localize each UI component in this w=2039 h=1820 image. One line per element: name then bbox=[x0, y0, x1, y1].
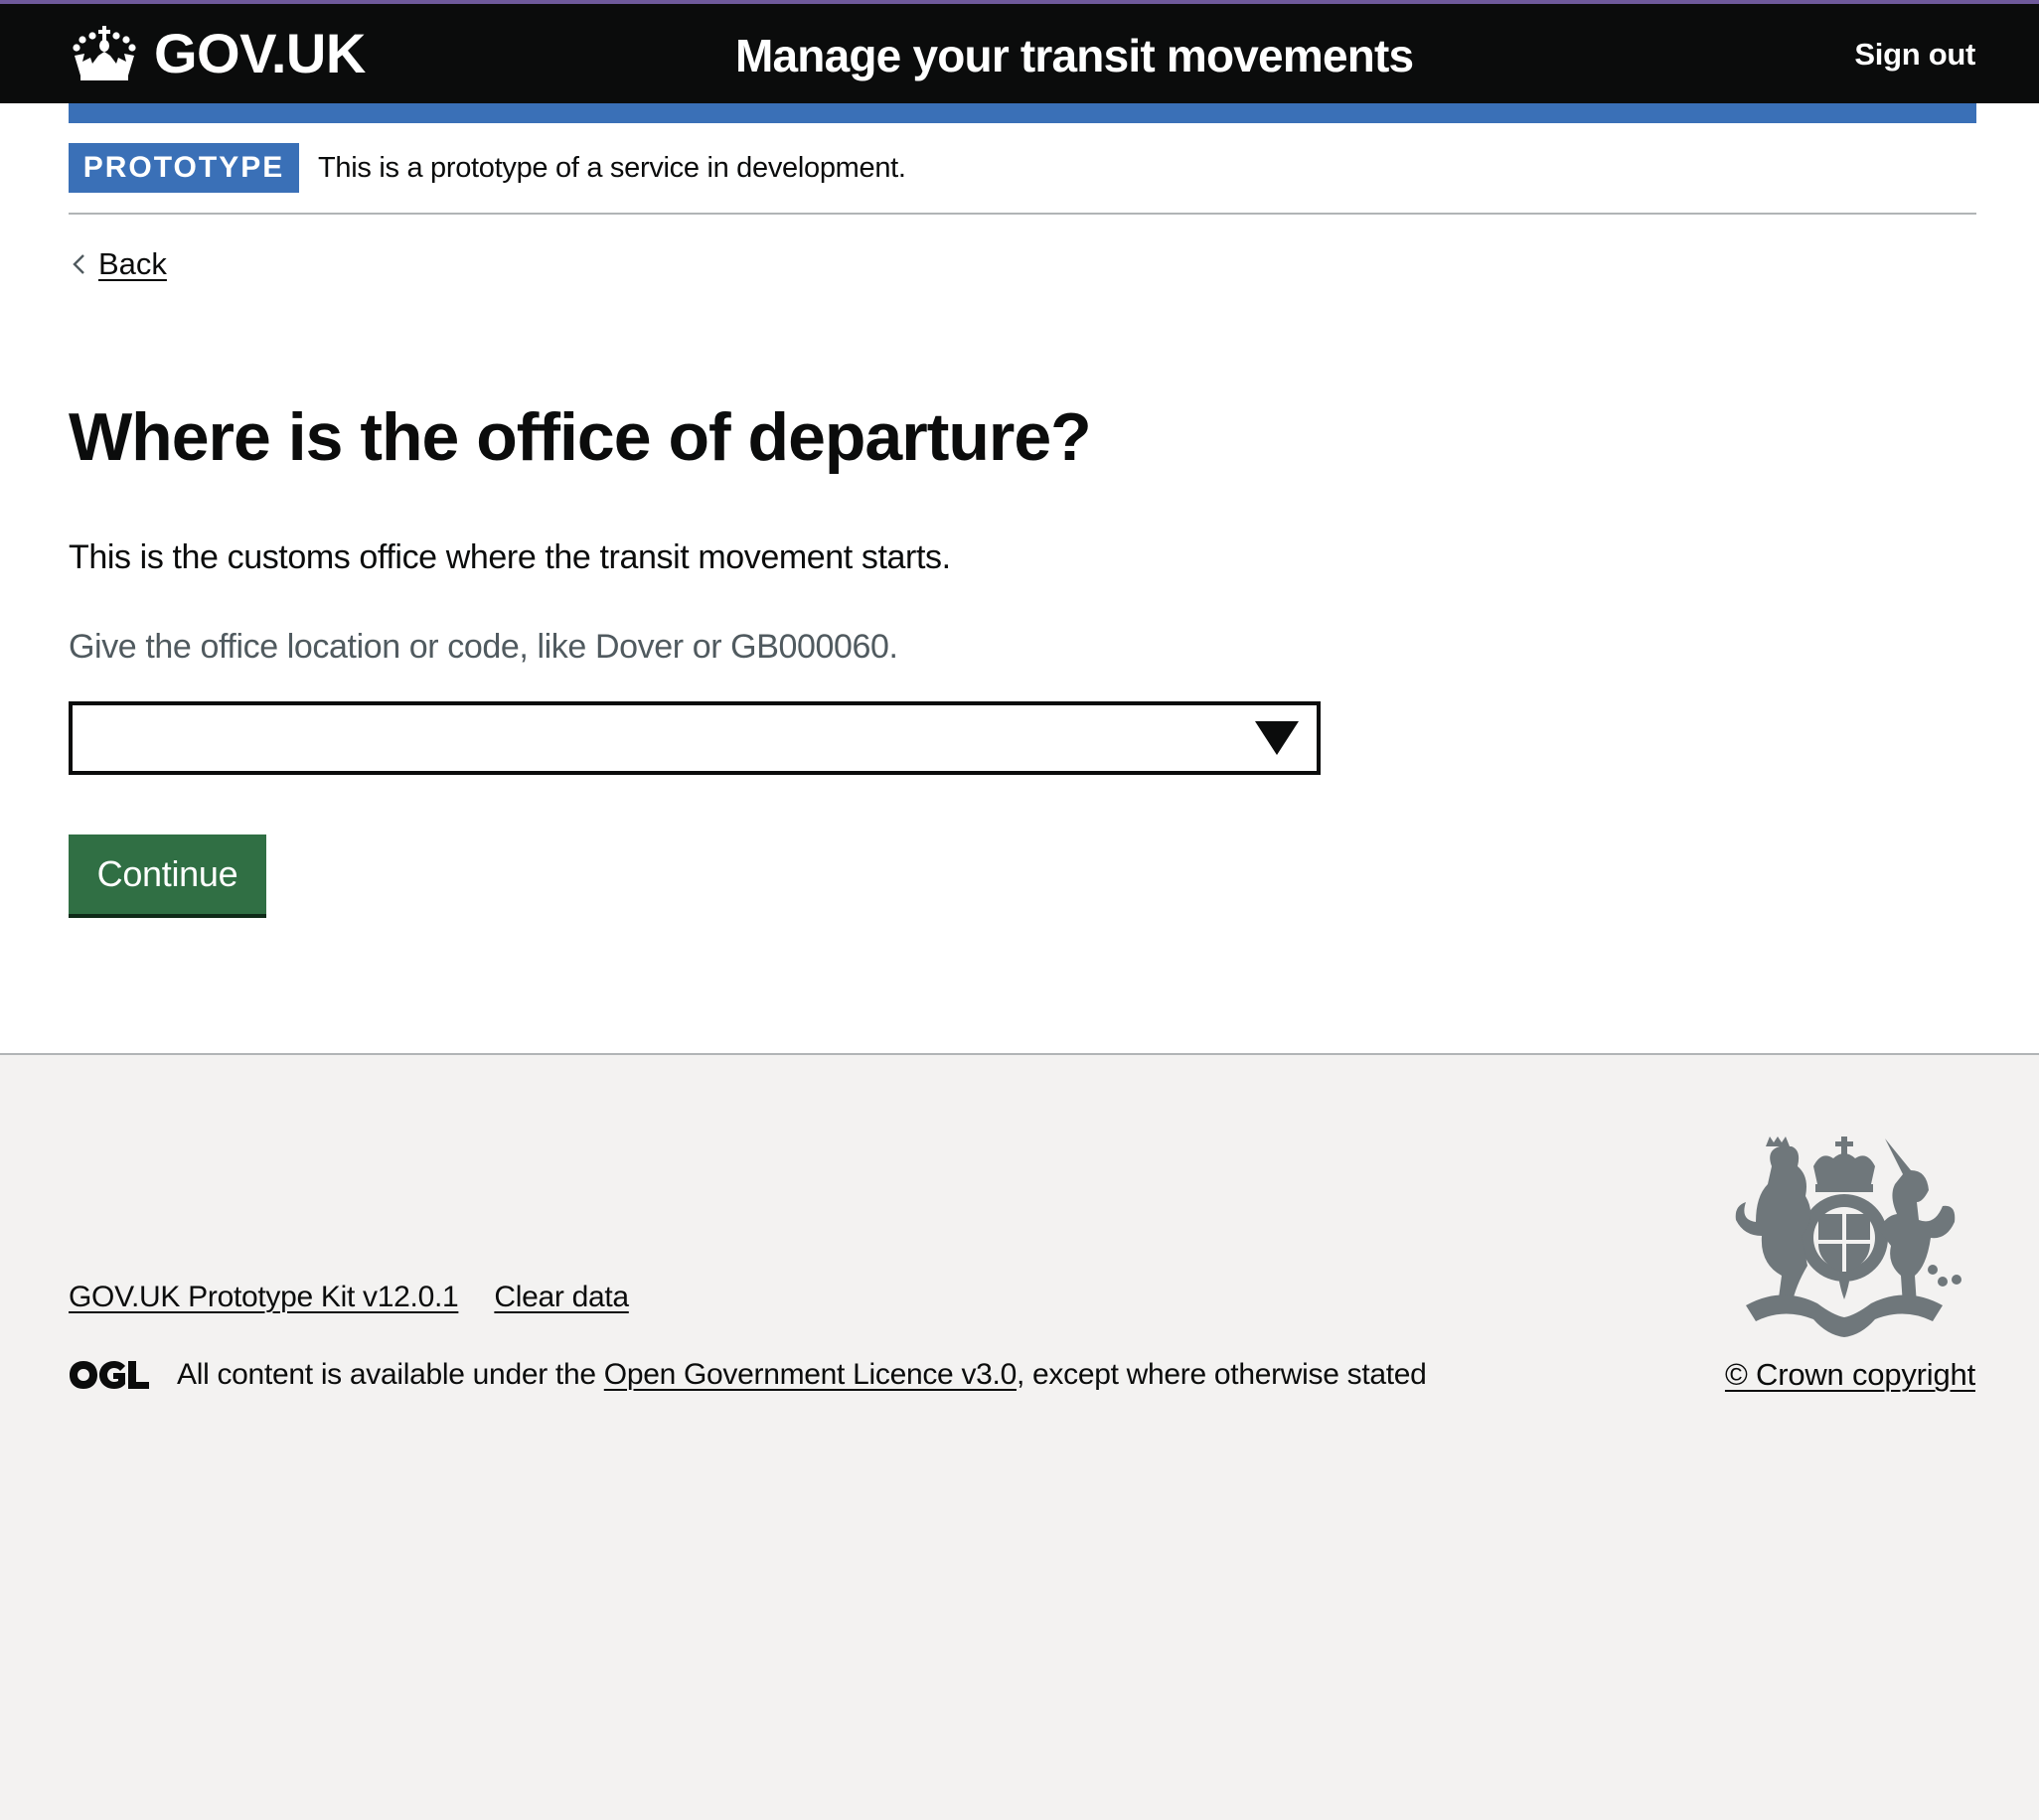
back-link-label: Back bbox=[98, 246, 167, 281]
phase-banner: PROTOTYPE This is a prototype of a servi… bbox=[69, 143, 1976, 215]
chevron-left-icon bbox=[73, 254, 84, 274]
crown-copyright-link[interactable]: © Crown copyright bbox=[1725, 1357, 1975, 1393]
page-description: This is the customs office where the tra… bbox=[69, 538, 951, 576]
page-title: Where is the office of departure? bbox=[69, 399, 1092, 475]
footer-link-clear-data[interactable]: Clear data bbox=[494, 1280, 629, 1315]
sign-out-link[interactable]: Sign out bbox=[1854, 36, 1975, 74]
site-footer: GOV.UK Prototype Kit v12.0.1 Clear data … bbox=[0, 1053, 2039, 1820]
phase-tag: PROTOTYPE bbox=[69, 143, 299, 193]
dropdown-triangle-icon[interactable] bbox=[1255, 721, 1299, 755]
office-field-hint: Give the office location or code, like D… bbox=[69, 628, 898, 666]
phase-banner-text: This is a prototype of a service in deve… bbox=[318, 152, 906, 184]
ogl-logo-icon bbox=[70, 1361, 149, 1389]
back-link[interactable]: Back bbox=[69, 244, 167, 284]
licence-text: All content is available under the Open … bbox=[177, 1357, 1427, 1393]
royal-coat-of-arms-icon bbox=[1735, 1137, 1961, 1337]
header-blue-bar bbox=[69, 103, 1976, 123]
open-government-licence-link[interactable]: Open Government Licence v3.0 bbox=[604, 1358, 1017, 1391]
licence-suffix: , except where otherwise stated bbox=[1016, 1358, 1427, 1391]
crown-icon bbox=[73, 26, 136, 80]
service-name-link[interactable]: Manage your transit movements bbox=[735, 28, 1414, 83]
site-header: GOV.UK Manage your transit movements Sig… bbox=[0, 4, 2039, 103]
office-of-departure-select[interactable] bbox=[69, 701, 1321, 775]
continue-button[interactable]: Continue bbox=[69, 834, 266, 914]
govuk-logo-link[interactable]: GOV.UK bbox=[69, 24, 366, 83]
footer-link-prototype-kit[interactable]: GOV.UK Prototype Kit v12.0.1 bbox=[69, 1280, 459, 1315]
licence-prefix: All content is available under the bbox=[177, 1358, 604, 1391]
footer-links: GOV.UK Prototype Kit v12.0.1 Clear data bbox=[69, 1280, 629, 1315]
govuk-logo-text: GOV.UK bbox=[154, 22, 366, 84]
